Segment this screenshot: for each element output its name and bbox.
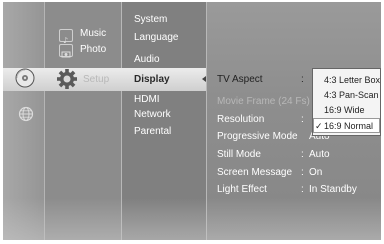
menu-item-parental[interactable]: Parental bbox=[134, 126, 171, 138]
category-photo[interactable]: Photo bbox=[80, 44, 106, 56]
setting-screen-message-value: On bbox=[309, 167, 323, 178]
disc-icon[interactable] bbox=[14, 68, 38, 90]
option-16-9-normal[interactable]: ✓ 16:9 Normal bbox=[313, 118, 380, 133]
submenu-arrow-icon bbox=[202, 76, 206, 82]
setting-screen-message-label[interactable]: Screen Message bbox=[217, 167, 292, 179]
setting-resolution-colon: : bbox=[301, 114, 304, 125]
option-label: 16:9 Normal bbox=[324, 121, 374, 131]
setting-tv-aspect-label[interactable]: TV Aspect bbox=[217, 74, 263, 86]
menu-item-display[interactable]: Display bbox=[134, 74, 170, 86]
option-label: 4:3 Pan-Scan bbox=[324, 90, 379, 100]
menu-item-audio[interactable]: Audio bbox=[134, 54, 160, 66]
setting-light-effect-colon: : bbox=[301, 184, 304, 195]
setting-movie-frame-label[interactable]: Movie Frame (24 Fs) bbox=[217, 96, 310, 108]
music-icon: ♪ bbox=[59, 29, 73, 45]
setting-light-effect-label[interactable]: Light Effect bbox=[217, 184, 267, 196]
setting-screen-message-colon: : bbox=[301, 167, 304, 178]
gear-icon bbox=[55, 68, 79, 90]
setting-still-mode-value: Auto bbox=[309, 149, 330, 160]
menu-item-language[interactable]: Language bbox=[134, 32, 179, 44]
menu-item-system[interactable]: System bbox=[134, 14, 167, 26]
setting-resolution-label[interactable]: Resolution bbox=[217, 114, 264, 126]
setting-still-mode-colon: : bbox=[301, 149, 304, 160]
setting-still-mode-label[interactable]: Still Mode bbox=[217, 149, 261, 161]
setting-tv-aspect-colon: : bbox=[301, 74, 304, 85]
option-4-3-letter-box[interactable]: 4:3 Letter Box bbox=[315, 73, 381, 88]
menu-item-network[interactable]: Network bbox=[134, 109, 171, 121]
setting-light-effect-value: In Standby bbox=[309, 184, 357, 195]
globe-icon[interactable] bbox=[18, 106, 34, 122]
bottom-fade bbox=[3, 198, 381, 240]
tv-aspect-dropdown[interactable]: 4:3 Letter Box 4:3 Pan-Scan 16:9 Wide ✓ … bbox=[312, 68, 381, 136]
setting-progressive-mode-label[interactable]: Progressive Mode bbox=[217, 131, 298, 143]
category-setup[interactable]: Setup bbox=[83, 74, 109, 86]
photo-icon bbox=[59, 44, 73, 58]
option-4-3-pan-scan[interactable]: 4:3 Pan-Scan bbox=[315, 88, 379, 103]
option-label: 4:3 Letter Box bbox=[324, 75, 381, 85]
menu-item-hdmi[interactable]: HDMI bbox=[134, 94, 160, 106]
category-music[interactable]: Music bbox=[80, 28, 106, 40]
option-16-9-wide[interactable]: 16:9 Wide bbox=[315, 103, 379, 118]
option-label: 16:9 Wide bbox=[324, 105, 365, 115]
checkmark-icon: ✓ bbox=[315, 121, 323, 131]
